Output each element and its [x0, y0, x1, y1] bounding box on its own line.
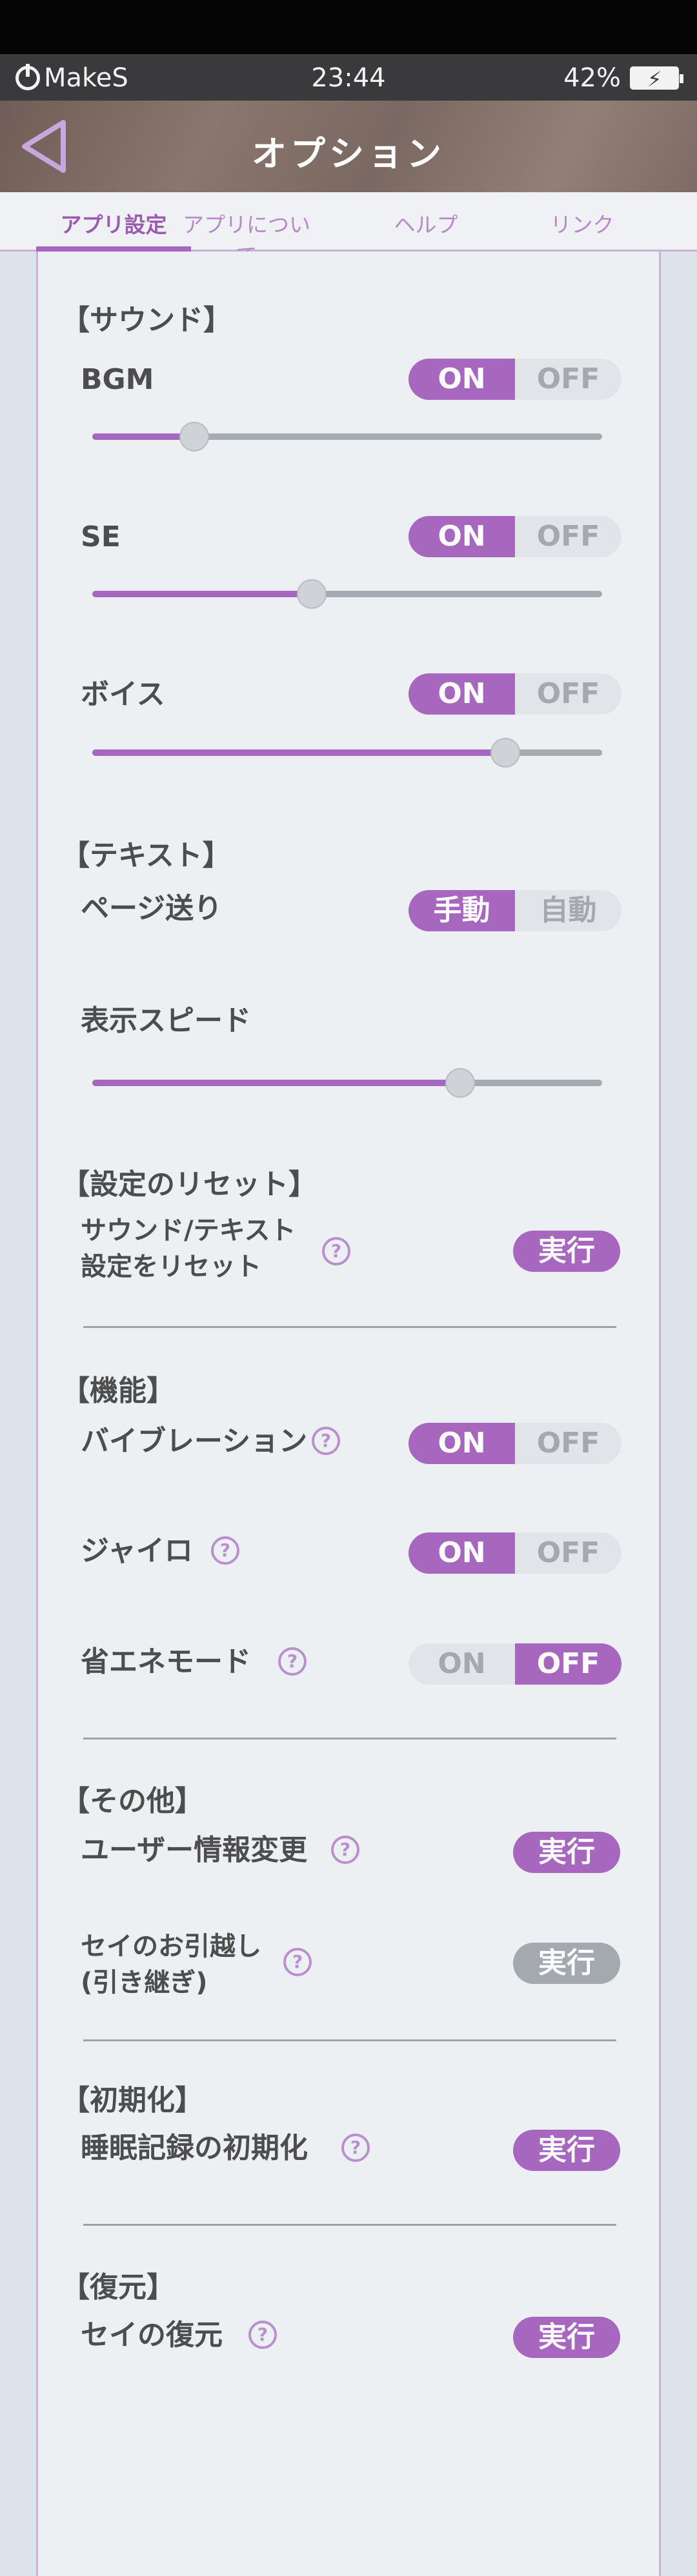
- battery-percent: 42%: [563, 63, 621, 93]
- gyro-off[interactable]: OFF: [515, 1532, 621, 1574]
- active-tab-indicator: [36, 246, 191, 252]
- status-bar: MakeS 23:44 42% ⚡: [0, 54, 697, 101]
- gyro-label: ジャイロ: [81, 1534, 193, 1567]
- text-speed-slider[interactable]: [92, 1068, 602, 1098]
- settings-panel: 【サウンド】 BGM ON OFF SE ON OFF ボイス ON OFF 【…: [36, 252, 661, 2576]
- tab-links[interactable]: リンク: [511, 208, 653, 239]
- divider: [83, 1326, 616, 1328]
- transfer-label-line2: (引き継ぎ): [81, 1968, 208, 1997]
- section-heading-init: 【初期化】: [61, 2084, 203, 2117]
- user-info-execute-button[interactable]: 実行: [513, 1832, 620, 1873]
- tab-app-settings[interactable]: アプリ設定: [43, 208, 185, 239]
- eco-mode-label: 省エネモード: [81, 1645, 251, 1678]
- se-off[interactable]: OFF: [515, 516, 621, 557]
- reset-help-icon[interactable]: ?: [322, 1237, 350, 1265]
- divider: [83, 2039, 616, 2041]
- eco-mode-help-icon[interactable]: ?: [278, 1647, 307, 1676]
- transfer-help-icon[interactable]: ?: [283, 1948, 312, 1976]
- tab-bar: アプリ設定 アプリについて ヘルプ リンク: [0, 192, 697, 268]
- voice-volume-slider[interactable]: [92, 738, 602, 768]
- reset-label: サウンド/テキスト 設定をリセット: [81, 1213, 296, 1285]
- page-feed-auto[interactable]: 自動: [515, 890, 621, 931]
- sleep-init-execute-button[interactable]: 実行: [513, 2130, 620, 2171]
- bgm-on[interactable]: ON: [409, 359, 515, 400]
- reset-label-line2: 設定をリセット: [81, 1252, 261, 1282]
- divider: [83, 2224, 616, 2226]
- eco-mode-off[interactable]: OFF: [515, 1643, 621, 1685]
- sleep-init-label: 睡眠記録の初期化: [81, 2132, 308, 2165]
- se-label: SE: [81, 520, 121, 553]
- vibration-off[interactable]: OFF: [515, 1423, 621, 1464]
- section-heading-features: 【機能】: [61, 1374, 175, 1407]
- header-bar: オプション: [0, 101, 697, 192]
- transfer-label: セイのお引越し (引き継ぎ): [81, 1928, 261, 2001]
- vibration-on[interactable]: ON: [409, 1423, 515, 1464]
- user-info-label: ユーザー情報変更: [81, 1834, 308, 1867]
- page-title: オプション: [252, 134, 445, 174]
- voice-label: ボイス: [81, 678, 165, 711]
- vibration-toggle[interactable]: ON OFF: [409, 1423, 621, 1464]
- bgm-toggle[interactable]: ON OFF: [409, 359, 621, 400]
- voice-slider-fill: [92, 749, 505, 756]
- text-speed-slider-fill: [92, 1080, 460, 1086]
- tab-help[interactable]: ヘルプ: [355, 208, 497, 239]
- transfer-label-line1: セイのお引越し: [81, 1932, 261, 1961]
- bgm-off[interactable]: OFF: [515, 359, 621, 400]
- section-heading-text: 【テキスト】: [61, 839, 231, 872]
- eco-mode-on[interactable]: ON: [409, 1643, 515, 1685]
- page-feed-label: ページ送り: [81, 892, 223, 925]
- section-heading-restore: 【復元】: [61, 2271, 175, 2304]
- divider: [83, 1738, 616, 1739]
- top-black-bar: [0, 0, 697, 54]
- charging-bolt-icon: ⚡: [647, 67, 662, 92]
- battery-status: 42% ⚡: [563, 63, 683, 93]
- bgm-volume-slider[interactable]: [92, 422, 602, 451]
- section-heading-sound: 【サウンド】: [61, 304, 232, 337]
- gyro-help-icon[interactable]: ?: [211, 1536, 239, 1565]
- text-speed-label: 表示スピード: [81, 1004, 251, 1037]
- vibration-help-icon[interactable]: ?: [312, 1427, 340, 1455]
- se-slider-handle[interactable]: [297, 579, 327, 609]
- eco-mode-toggle[interactable]: ON OFF: [409, 1643, 621, 1685]
- transfer-execute-button[interactable]: 実行: [513, 1943, 620, 1984]
- se-toggle[interactable]: ON OFF: [409, 516, 621, 557]
- voice-on[interactable]: ON: [409, 673, 515, 715]
- gyro-toggle[interactable]: ON OFF: [409, 1532, 621, 1574]
- battery-icon: ⚡: [630, 66, 683, 92]
- page-feed-toggle[interactable]: 手動 自動: [409, 890, 621, 931]
- user-info-help-icon[interactable]: ?: [331, 1836, 359, 1864]
- text-speed-slider-handle[interactable]: [445, 1068, 475, 1098]
- se-on[interactable]: ON: [409, 516, 515, 557]
- sei-restore-label: セイの復元: [81, 2319, 223, 2352]
- vibration-label: バイブレーション: [81, 1425, 308, 1458]
- page-feed-manual[interactable]: 手動: [409, 890, 515, 931]
- bgm-slider-handle[interactable]: [179, 422, 209, 451]
- gyro-on[interactable]: ON: [409, 1532, 515, 1574]
- section-heading-reset: 【設定のリセット】: [61, 1168, 317, 1201]
- bgm-label: BGM: [81, 363, 154, 396]
- sei-restore-help-icon[interactable]: ?: [248, 2321, 277, 2349]
- section-heading-other: 【その他】: [61, 1785, 203, 1818]
- sleep-init-help-icon[interactable]: ?: [341, 2134, 370, 2162]
- se-volume-slider[interactable]: [92, 579, 602, 609]
- reset-execute-button[interactable]: 実行: [513, 1231, 620, 1272]
- reset-label-line1: サウンド/テキスト: [81, 1216, 296, 1245]
- voice-slider-handle[interactable]: [490, 738, 520, 768]
- sei-restore-execute-button[interactable]: 実行: [513, 2317, 620, 2358]
- voice-toggle[interactable]: ON OFF: [409, 673, 621, 715]
- voice-off[interactable]: OFF: [515, 673, 621, 715]
- se-slider-fill: [92, 591, 312, 597]
